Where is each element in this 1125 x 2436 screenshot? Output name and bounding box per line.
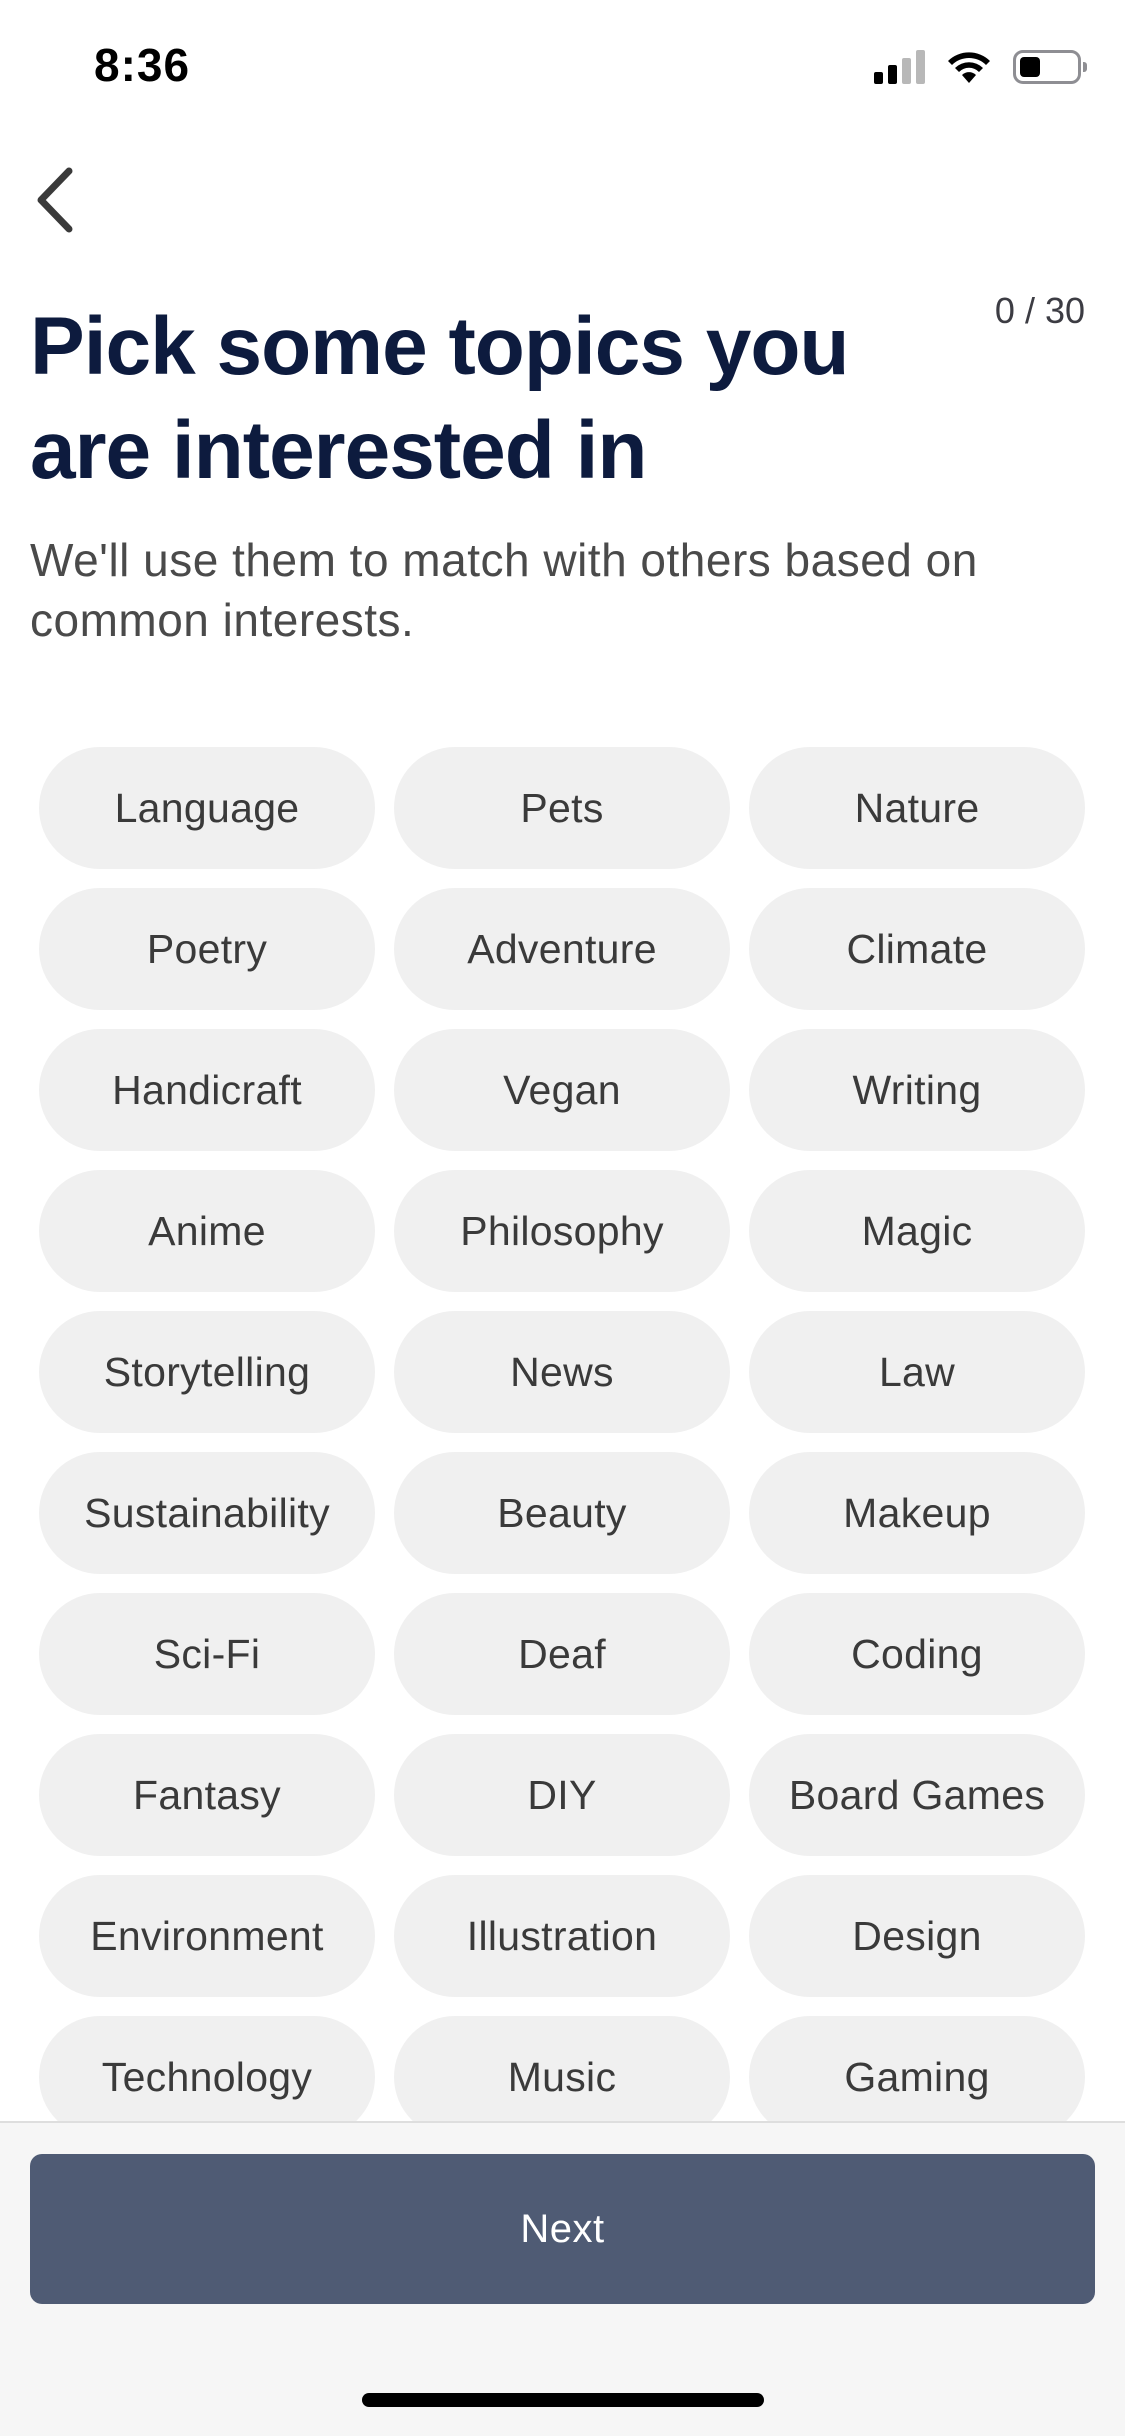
- topics-grid: Language Pets Nature Poetry Adventure Cl…: [39, 747, 1086, 2138]
- topic-chip-philosophy[interactable]: Philosophy: [394, 1170, 730, 1292]
- selection-counter: 0 / 30: [994, 290, 1085, 331]
- topic-chip-environment[interactable]: Environment: [39, 1875, 375, 1997]
- topic-chip-climate[interactable]: Climate: [749, 888, 1085, 1010]
- topic-chip-magic[interactable]: Magic: [749, 1170, 1085, 1292]
- topic-chip-nature[interactable]: Nature: [749, 747, 1085, 869]
- home-indicator: [362, 2393, 764, 2407]
- topic-chip-board-games[interactable]: Board Games: [749, 1734, 1085, 1856]
- topic-chip-writing[interactable]: Writing: [749, 1029, 1085, 1151]
- topic-chip-adventure[interactable]: Adventure: [394, 888, 730, 1010]
- topic-chip-sustainability[interactable]: Sustainability: [39, 1452, 375, 1574]
- battery-icon: [1013, 50, 1087, 84]
- topic-chip-pets[interactable]: Pets: [394, 747, 730, 869]
- topic-chip-news[interactable]: News: [394, 1311, 730, 1433]
- topic-chip-design[interactable]: Design: [749, 1875, 1085, 1997]
- topic-picker-screen: 8:36 0 / 30 Pick some topics you are int…: [0, 0, 1125, 2436]
- topic-chip-handicraft[interactable]: Handicraft: [39, 1029, 375, 1151]
- topic-chip-beauty[interactable]: Beauty: [394, 1452, 730, 1574]
- topic-chip-coding[interactable]: Coding: [749, 1593, 1085, 1715]
- topic-chip-storytelling[interactable]: Storytelling: [39, 1311, 375, 1433]
- topic-chip-vegan[interactable]: Vegan: [394, 1029, 730, 1151]
- topic-chip-fantasy[interactable]: Fantasy: [39, 1734, 375, 1856]
- status-icons: [874, 50, 1087, 84]
- footer-bar: Next: [0, 2121, 1125, 2436]
- topic-chip-illustration[interactable]: Illustration: [394, 1875, 730, 1997]
- next-button[interactable]: Next: [30, 2154, 1095, 2304]
- topic-chip-diy[interactable]: DIY: [394, 1734, 730, 1856]
- wifi-icon: [948, 52, 990, 83]
- page-subtitle: We'll use them to match with others base…: [30, 534, 978, 646]
- chevron-left-icon: [37, 167, 73, 233]
- back-button[interactable]: [20, 160, 90, 240]
- status-bar: 8:36: [0, 0, 1125, 132]
- topic-chip-sci-fi[interactable]: Sci-Fi: [39, 1593, 375, 1715]
- topic-chip-poetry[interactable]: Poetry: [39, 888, 375, 1010]
- page-title: Pick some topics you are interested in: [30, 301, 850, 496]
- topic-chip-music[interactable]: Music: [394, 2016, 730, 2138]
- topic-chip-law[interactable]: Law: [749, 1311, 1085, 1433]
- topic-chip-anime[interactable]: Anime: [39, 1170, 375, 1292]
- topic-chip-technology[interactable]: Technology: [39, 2016, 375, 2138]
- cellular-signal-icon: [874, 50, 925, 84]
- topic-chip-gaming[interactable]: Gaming: [749, 2016, 1085, 2138]
- topic-chip-language[interactable]: Language: [39, 747, 375, 869]
- topic-chip-makeup[interactable]: Makeup: [749, 1452, 1085, 1574]
- topic-chip-deaf[interactable]: Deaf: [394, 1593, 730, 1715]
- status-time: 8:36: [94, 39, 191, 91]
